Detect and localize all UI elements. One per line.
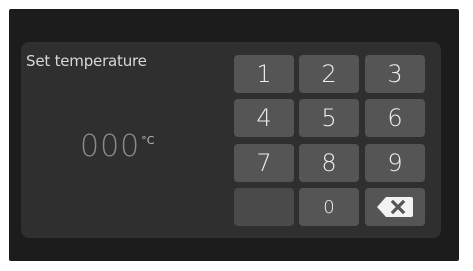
key-6[interactable]: 6 — [365, 99, 425, 137]
key-8[interactable]: 8 — [299, 144, 359, 182]
key-1[interactable]: 1 — [234, 55, 294, 93]
panel-title: Set temperature — [26, 52, 147, 70]
key-5[interactable]: 5 — [299, 99, 359, 137]
temperature-value: 000 — [80, 129, 141, 164]
temperature-unit: °C — [141, 134, 155, 147]
key-7[interactable]: 7 — [234, 144, 294, 182]
backspace-icon — [376, 196, 414, 218]
key-9[interactable]: 9 — [365, 144, 425, 182]
key-3[interactable]: 3 — [365, 55, 425, 93]
backspace-button[interactable] — [365, 188, 425, 226]
key-2[interactable]: 2 — [299, 55, 359, 93]
key-4[interactable]: 4 — [234, 99, 294, 137]
temperature-readout: 000 °C — [80, 130, 154, 164]
key-0[interactable]: 0 — [299, 188, 359, 226]
key-blank — [234, 188, 294, 226]
